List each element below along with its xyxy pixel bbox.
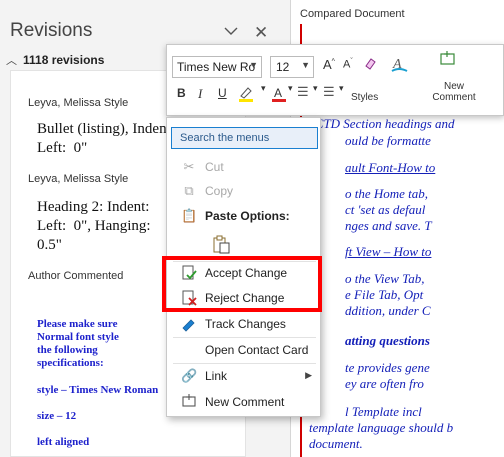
document-line[interactable]: ould be formatte bbox=[345, 133, 431, 149]
link-icon: 🔗 bbox=[181, 368, 198, 383]
highlight-box bbox=[162, 256, 322, 312]
chevron-down-icon[interactable]: ▾ bbox=[313, 83, 318, 94]
chevron-down-icon[interactable]: ▾ bbox=[339, 83, 344, 94]
paste-icon: 📋 bbox=[181, 208, 198, 223]
text-effects-icon[interactable]: A bbox=[391, 55, 413, 75]
menu-item-track-changes[interactable]: Track Changes bbox=[167, 312, 322, 336]
new-comment-icon bbox=[182, 394, 196, 407]
document-line[interactable]: ddition, under C bbox=[345, 303, 431, 319]
comment-line: specifications: bbox=[37, 357, 104, 369]
keep-text-only-paste-icon[interactable] bbox=[211, 234, 231, 254]
document-line[interactable]: ft View – How to bbox=[345, 244, 431, 260]
track-changes-icon bbox=[182, 319, 195, 332]
menu-item-copy[interactable]: ⧉ Copy bbox=[167, 179, 322, 203]
document-line[interactable]: ey are often fro bbox=[345, 376, 424, 392]
grow-font-button[interactable]: A^ bbox=[323, 57, 335, 72]
revision-text: Bullet (listing), Indent: Left: 0" bbox=[37, 121, 175, 156]
chevron-right-icon: ▶ bbox=[305, 370, 312, 380]
document-line[interactable]: document. bbox=[309, 436, 363, 452]
revisions-count-label: 1118 revisions bbox=[23, 53, 105, 67]
revision-action: Style bbox=[103, 173, 129, 185]
grow-font-icon: A bbox=[323, 57, 332, 72]
shrink-font-button[interactable]: Aˇ bbox=[343, 58, 353, 71]
comment-line: style – Times New Roman bbox=[37, 384, 159, 396]
author-name: Leyva, Melissa bbox=[28, 97, 101, 109]
author-name: Author bbox=[28, 270, 61, 282]
menu-item-paste-options: 📋 Paste Options: bbox=[167, 204, 322, 228]
revision-action: Style bbox=[103, 97, 129, 109]
compared-document-header: Compared Document bbox=[300, 8, 405, 20]
menu-item-new-comment[interactable]: New Comment bbox=[167, 390, 322, 414]
menu-item-link[interactable]: 🔗 Link ▶ bbox=[167, 364, 322, 388]
menu-item-open-contact-card[interactable]: Open Contact Card bbox=[167, 338, 322, 362]
comment-line: Please make sure bbox=[37, 318, 118, 330]
scissors-icon: ✂ bbox=[183, 159, 195, 174]
bullets-icon[interactable]: ☰ bbox=[297, 84, 309, 100]
menu-item-label: Copy bbox=[205, 184, 234, 198]
new-comment-button[interactable]: New Comment bbox=[429, 81, 479, 103]
close-icon[interactable]: ✕ bbox=[254, 23, 268, 43]
chevron-up-icon: ︿ bbox=[6, 55, 17, 67]
menu-item-label: Cut bbox=[205, 160, 224, 174]
font-size-value: 12 bbox=[276, 60, 290, 74]
font-color-icon[interactable]: A bbox=[271, 85, 287, 103]
chevron-down-icon[interactable]: ▾ bbox=[261, 83, 266, 94]
chevron-down-icon[interactable]: ▼ bbox=[301, 60, 310, 70]
revision-author: Author Commented bbox=[28, 270, 123, 282]
svg-text:A: A bbox=[274, 86, 282, 100]
menu-item-label: Link bbox=[205, 369, 228, 383]
comment-line: the following bbox=[37, 344, 98, 356]
search-menus-input[interactable]: Search the menus bbox=[171, 127, 318, 149]
document-line[interactable]: l Template incl bbox=[345, 404, 422, 420]
document-line[interactable]: ault Font-How to bbox=[345, 160, 435, 176]
mini-toolbar: Times New Ro ▼ 12 ▼ A^ Aˇ A B I U ▾ A ▾ ☰ … bbox=[166, 44, 504, 116]
revisions-count[interactable]: ︿ 1118 revisions bbox=[6, 52, 104, 68]
highlight-icon[interactable] bbox=[237, 85, 255, 103]
menu-item-label: New Comment bbox=[205, 395, 285, 409]
menu-item-label: Track Changes bbox=[205, 317, 286, 331]
revision-action: Commented bbox=[63, 270, 124, 282]
chevron-down-icon[interactable]: ▼ bbox=[249, 60, 258, 70]
comment-line: size – 12 bbox=[37, 410, 77, 422]
document-line[interactable]: ct 'set as defaul bbox=[345, 202, 425, 218]
document-line[interactable]: e File Tab, Opt bbox=[345, 287, 423, 303]
document-line[interactable]: eCTD Section headings and bbox=[309, 116, 455, 132]
revision-author: Leyva, Melissa Style bbox=[28, 97, 128, 109]
underline-button[interactable]: U bbox=[218, 86, 227, 100]
insert-comment-icon[interactable] bbox=[439, 51, 457, 69]
document-line[interactable]: template language should b bbox=[309, 420, 453, 436]
numbering-icon[interactable]: ☰ bbox=[323, 84, 335, 100]
copy-icon: ⧉ bbox=[184, 183, 194, 198]
styles-button[interactable]: Styles bbox=[351, 92, 378, 103]
format-painter-icon[interactable] bbox=[363, 56, 379, 72]
comment-line: Normal font style bbox=[37, 331, 119, 343]
chevron-down-icon[interactable] bbox=[224, 26, 238, 36]
menu-item-label: Open Contact Card bbox=[205, 343, 309, 357]
document-line[interactable]: te provides gene bbox=[345, 360, 430, 376]
font-name-value: Times New Ro bbox=[177, 60, 256, 74]
document-line[interactable]: atting questions bbox=[345, 333, 430, 349]
revisions-title: Revisions bbox=[10, 20, 93, 41]
revision-text: Heading 2: Indent: Left: 0", Hanging: 0.… bbox=[37, 199, 151, 253]
document-line[interactable]: o the View Tab, bbox=[345, 271, 424, 287]
font-size-box[interactable]: 12 ▼ bbox=[270, 56, 314, 78]
bold-button[interactable]: B bbox=[177, 86, 186, 100]
document-line[interactable]: nges and save. T bbox=[345, 218, 432, 234]
document-line[interactable]: o the Home tab, bbox=[345, 186, 428, 202]
comment-line: left aligned bbox=[37, 436, 90, 448]
revision-author: Leyva, Melissa Style bbox=[28, 173, 128, 185]
font-name-box[interactable]: Times New Ro ▼ bbox=[172, 56, 262, 78]
menu-item-label: Paste Options: bbox=[205, 209, 290, 223]
word-window: { "revisions_pane": { "title": "Revision… bbox=[0, 0, 504, 457]
chevron-down-icon[interactable]: ▾ bbox=[288, 83, 293, 94]
menu-item-cut[interactable]: ✂ Cut bbox=[167, 155, 322, 179]
author-name: Leyva, Melissa bbox=[28, 173, 101, 185]
italic-button[interactable]: I bbox=[198, 86, 202, 102]
